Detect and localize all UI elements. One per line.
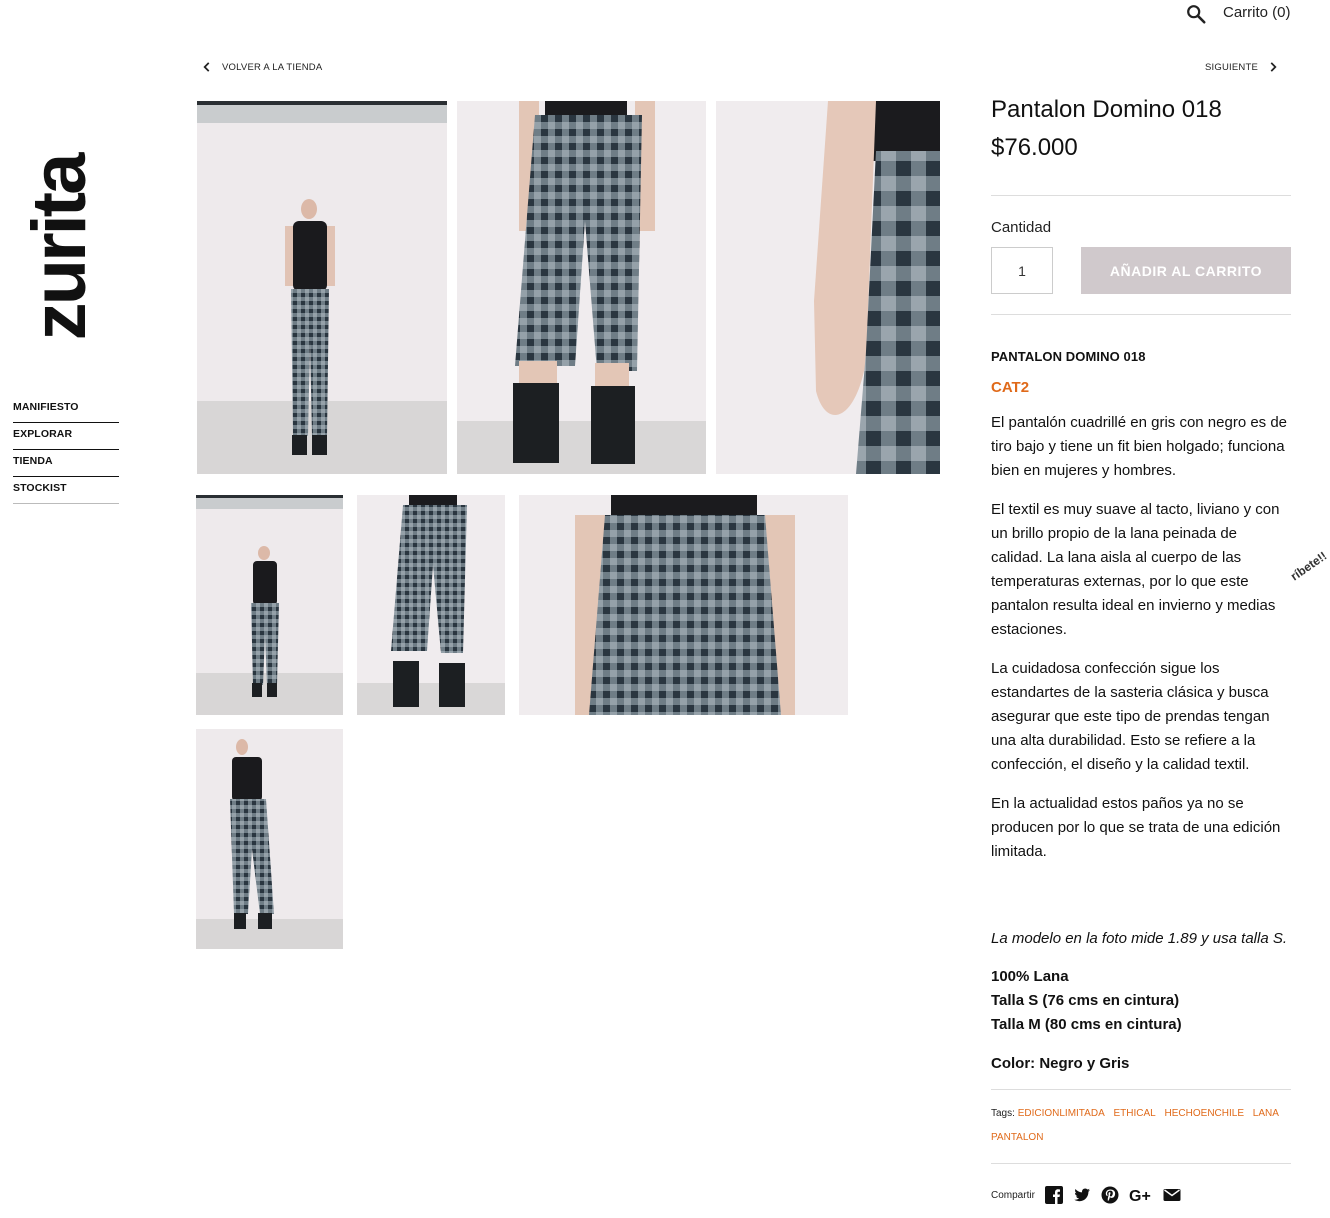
facebook-icon[interactable] [1044, 1186, 1063, 1204]
brand-logo[interactable]: zurita [14, 128, 106, 368]
back-to-shop-link[interactable]: VOLVER A LA TIENDA [200, 60, 322, 74]
share-bar: Compartir G+ [991, 1186, 1181, 1205]
description-paragraph: El textil es muy suave al tacto, liviano… [991, 501, 1280, 638]
sidebar-nav: MANIFIESTO EXPLORAR TIENDA STOCKIST [13, 396, 119, 504]
size-s-info: Talla S (76 cms en cintura) [991, 992, 1180, 1009]
twitter-icon[interactable] [1073, 1186, 1091, 1204]
next-label: SIGUIENTE [1204, 61, 1258, 73]
tag-link[interactable]: LANA [1253, 1108, 1279, 1119]
logo-text: zurita [17, 155, 102, 341]
chevron-right-icon [1270, 62, 1277, 72]
search-icon[interactable] [1185, 3, 1207, 25]
nav-item-tienda[interactable]: TIENDA [13, 450, 119, 477]
product-price: $76.000 [991, 134, 1078, 161]
size-m-info: Talla M (80 cms en cintura) [991, 1016, 1182, 1033]
product-photo-main-3[interactable] [716, 101, 940, 474]
svg-text:G+: G+ [1129, 1188, 1151, 1204]
divider [991, 195, 1291, 196]
tag-link[interactable]: HECHOENCHILE [1165, 1108, 1244, 1119]
pinterest-icon[interactable] [1101, 1186, 1119, 1204]
chevron-left-icon [203, 62, 210, 72]
nav-item-stockist[interactable]: STOCKIST [13, 477, 119, 504]
next-product-link[interactable]: SIGUIENTE [1205, 60, 1280, 74]
product-title: Pantalon Domino 018 [991, 96, 1222, 123]
divider [991, 314, 1291, 315]
back-label: VOLVER A LA TIENDA [222, 61, 323, 73]
product-description: PANTALON DOMINO 018 CAT2 El pantalón cua… [991, 348, 1291, 1076]
product-tags: Tags: EDICIONLIMITADA ETHICAL HECHOENCHI… [991, 1102, 1291, 1150]
color-info: Color: Negro y Gris [991, 1055, 1130, 1072]
product-thumb-2[interactable] [357, 495, 505, 715]
quantity-input[interactable] [991, 247, 1053, 294]
share-label: Compartir [991, 1189, 1035, 1201]
description-paragraph: La cuidadosa confección sigue los estand… [991, 660, 1270, 773]
google-plus-icon[interactable]: G+ [1129, 1186, 1153, 1205]
add-to-cart-button[interactable]: AÑADIR AL CARRITO [1081, 247, 1291, 294]
divider [991, 1163, 1291, 1164]
product-thumb-3[interactable] [519, 495, 848, 715]
cart-link[interactable]: Carrito (0) [1223, 4, 1291, 21]
model-note: La modelo en la foto mide 1.89 y usa tal… [991, 930, 1288, 947]
description-paragraph: En la actualidad estos paños ya no se pr… [991, 795, 1281, 860]
category-label: CAT2 [991, 379, 1030, 396]
tag-link[interactable]: EDICIONLIMITADA [1018, 1108, 1105, 1119]
material-info: 100% Lana [991, 968, 1069, 985]
divider [991, 1089, 1291, 1090]
tag-link[interactable]: PANTALON [991, 1132, 1043, 1143]
subscribe-tab[interactable]: ríbete!! [1288, 549, 1329, 584]
nav-item-manifiesto[interactable]: MANIFIESTO [13, 396, 119, 423]
product-photo-main-2[interactable] [457, 101, 706, 474]
description-paragraph: El pantalón cuadrillé en gris con negro … [991, 414, 1288, 479]
quantity-label: Cantidad [991, 219, 1052, 236]
nav-item-explorar[interactable]: EXPLORAR [13, 423, 119, 450]
description-heading: PANTALON DOMINO 018 [991, 349, 1146, 364]
product-thumb-1[interactable] [196, 495, 343, 715]
product-thumb-4[interactable] [196, 729, 343, 949]
tag-link[interactable]: ETHICAL [1114, 1108, 1156, 1119]
tags-label: Tags: [991, 1108, 1015, 1119]
product-photo-main-1[interactable] [197, 101, 447, 474]
email-icon[interactable] [1163, 1186, 1181, 1204]
